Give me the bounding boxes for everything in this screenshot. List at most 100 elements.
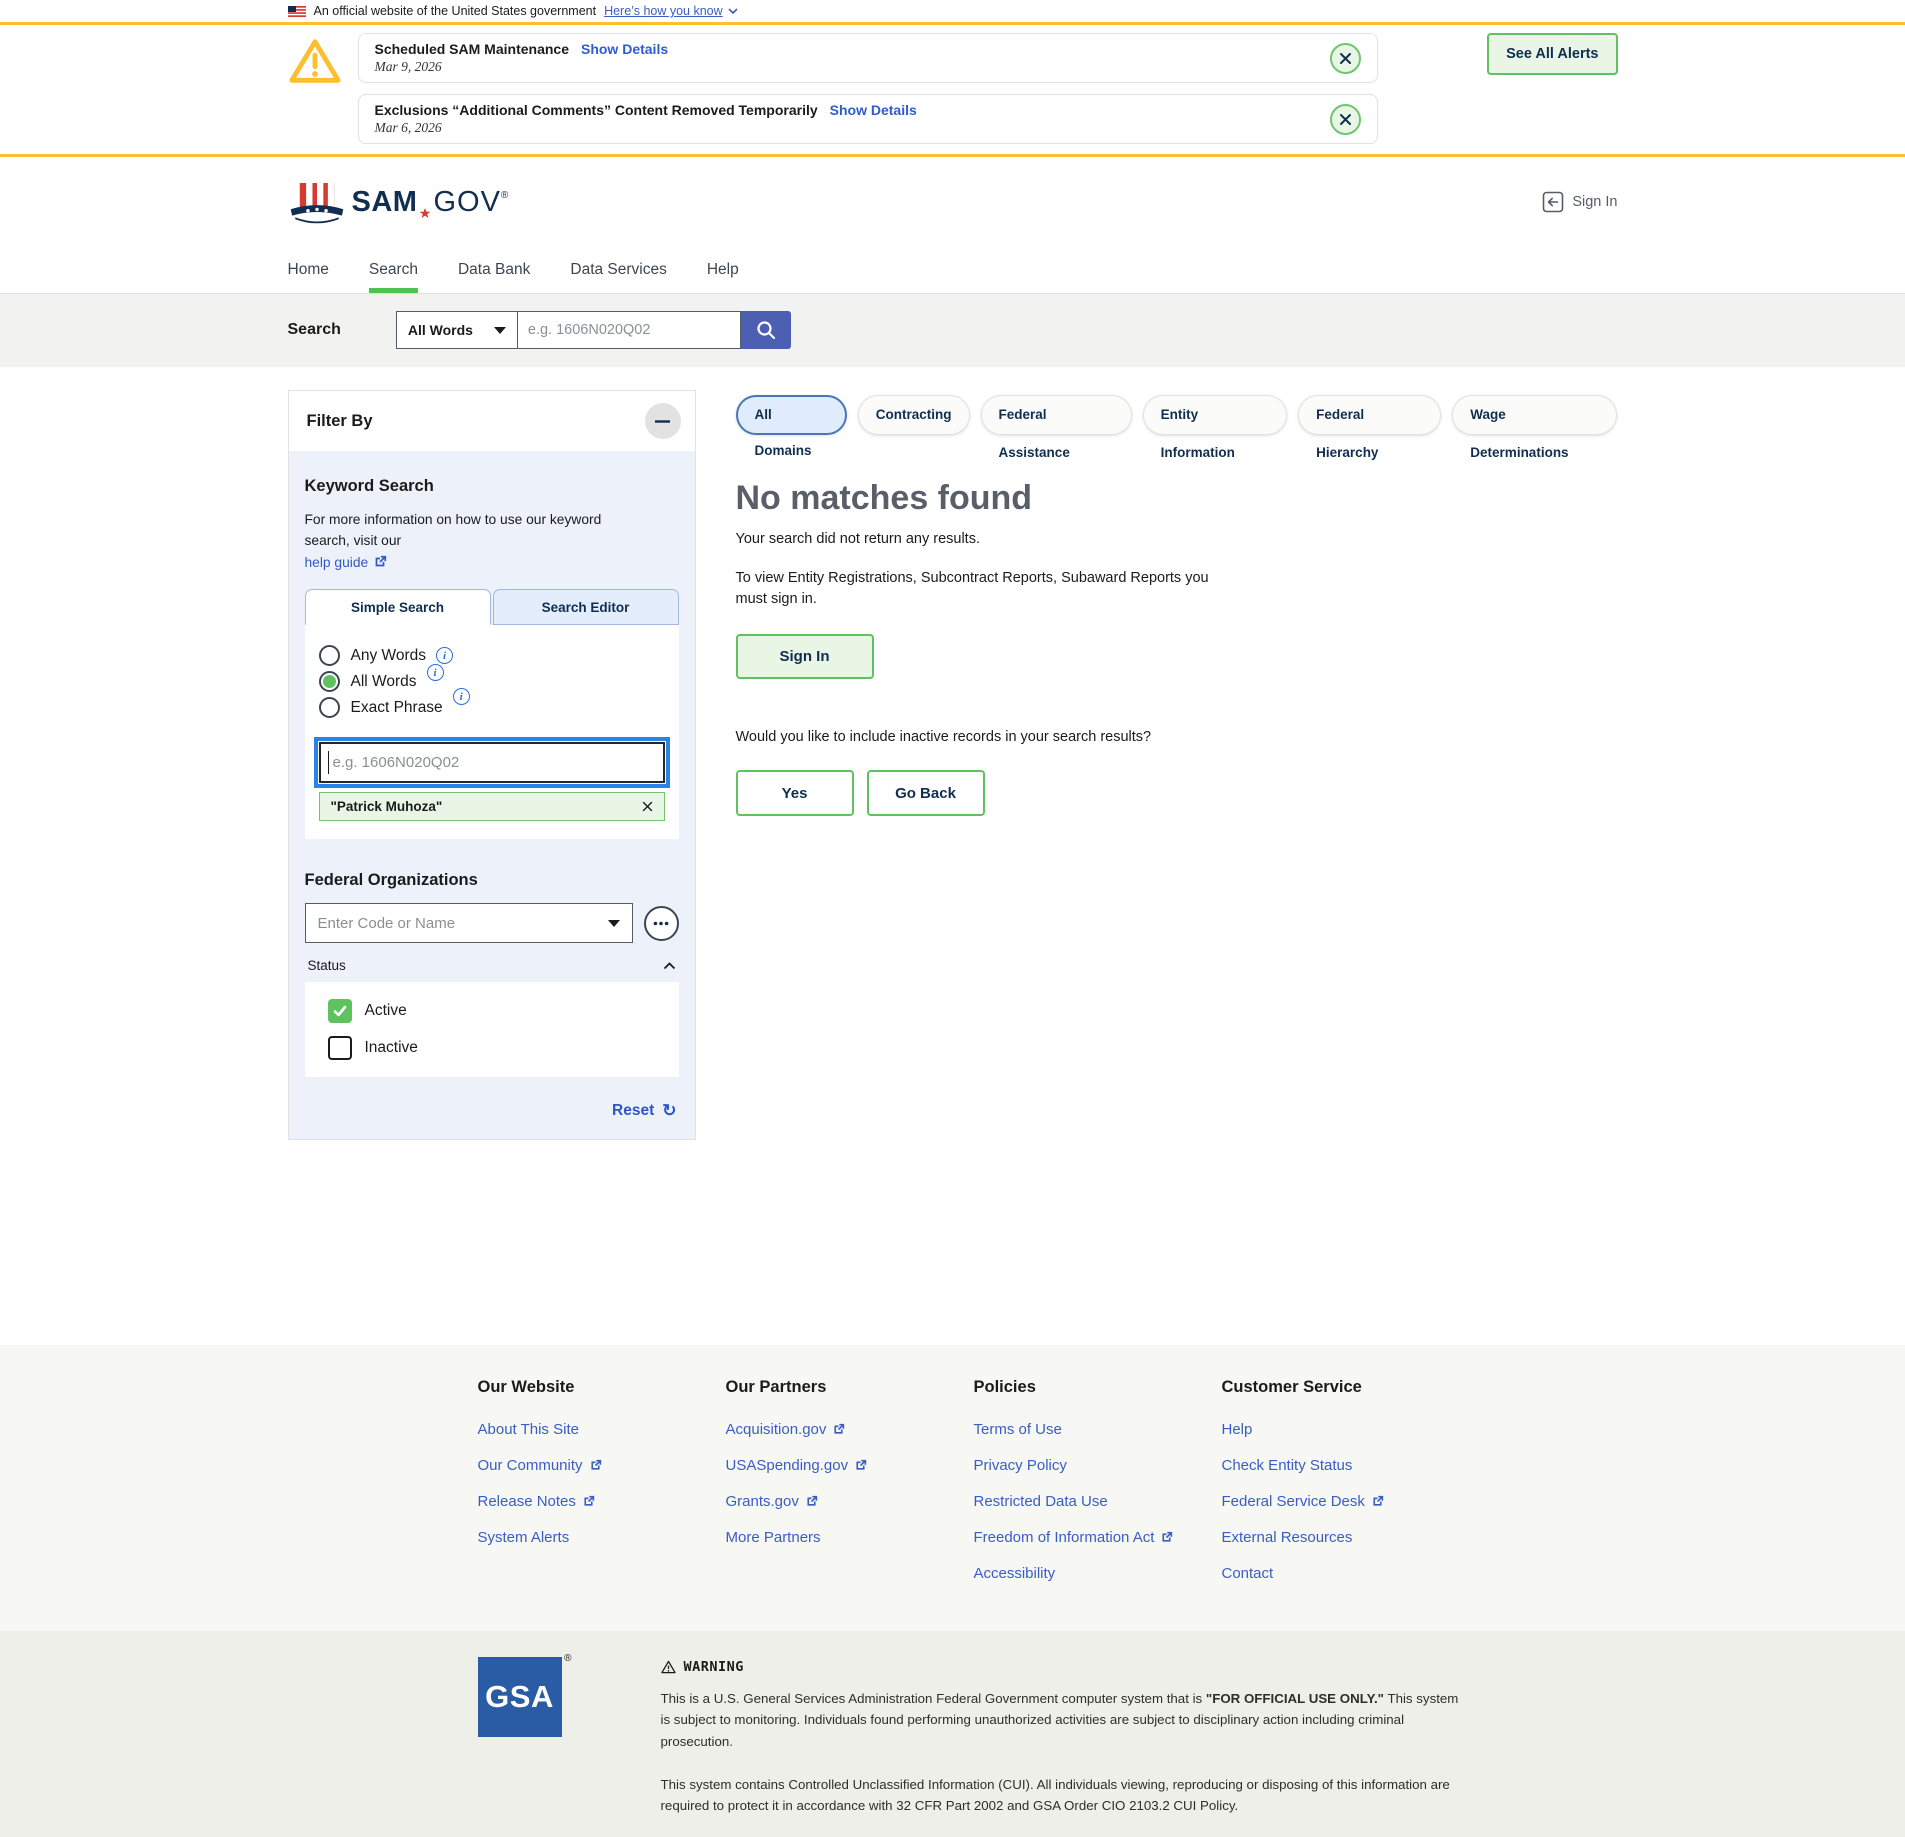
uncle-sam-hat-icon <box>288 180 346 224</box>
footer-link-terms-of-use[interactable]: Terms of Use <box>974 1421 1062 1438</box>
footer-col-heading: Policies <box>974 1378 1222 1397</box>
yes-button[interactable]: Yes <box>736 770 854 816</box>
footer-link-accessibility[interactable]: Accessibility <box>974 1565 1056 1582</box>
footer-col-heading: Customer Service <box>1222 1378 1470 1397</box>
alert-close-button[interactable] <box>1330 43 1361 74</box>
remove-chip-icon[interactable] <box>642 801 653 812</box>
footer-col-our-website: Our Website About This Site Our Communit… <box>478 1378 726 1601</box>
footer-link-restricted-data-use[interactable]: Restricted Data Use <box>974 1493 1108 1510</box>
no-matches-heading: No matches found <box>736 479 1618 518</box>
primary-nav: Home Search Data Bank Data Services Help <box>0 247 1905 294</box>
main-content: Filter By Keyword Search For more inform… <box>0 367 1905 1345</box>
help-guide-link[interactable]: help guide <box>305 552 388 573</box>
search-mode-select[interactable]: All Words <box>396 311 518 349</box>
chevron-up-icon[interactable] <box>663 962 676 970</box>
footer-col-heading: Our Partners <box>726 1378 974 1397</box>
warning-triangle-small-icon <box>661 1660 676 1674</box>
footer-link-release-notes[interactable]: Release Notes <box>478 1493 595 1510</box>
footer-link-contact[interactable]: Contact <box>1222 1565 1274 1582</box>
federal-orgs-combobox[interactable]: Enter Code or Name <box>305 903 633 943</box>
radio-all-words[interactable] <box>319 671 340 692</box>
go-back-button[interactable]: Go Back <box>867 770 985 816</box>
logo-registered-mark: ® <box>501 190 508 201</box>
logo-gov-text: GOV <box>433 186 500 219</box>
domain-tab-wage-determinations[interactable]: Wage Determinations <box>1452 395 1617 435</box>
search-submit-button[interactable] <box>741 311 791 349</box>
info-icon[interactable]: i <box>436 647 453 664</box>
domain-tabs: All Domains Contracting Federal Assistan… <box>736 395 1618 435</box>
footer-link-our-community[interactable]: Our Community <box>478 1457 602 1474</box>
reset-filters-link[interactable]: Reset <box>612 1102 654 1120</box>
radio-all-words-label: All Words <box>351 673 417 691</box>
close-icon <box>1339 52 1352 65</box>
footer-link-help[interactable]: Help <box>1222 1421 1253 1438</box>
site-header: SAM GOV ® Sign In <box>0 157 1905 247</box>
magnifier-icon <box>755 319 777 341</box>
footer-link-grants-gov[interactable]: Grants.gov <box>726 1493 818 1510</box>
no-results-text: Your search did not return any results. <box>736 531 1618 547</box>
logo-sam-text: SAM <box>352 186 418 219</box>
radio-any-words[interactable] <box>319 645 340 666</box>
footer-link-usaspending-gov[interactable]: USASpending.gov <box>726 1457 868 1474</box>
sign-in-button[interactable]: Sign In <box>736 634 874 679</box>
nav-item-search[interactable]: Search <box>369 247 418 293</box>
see-all-alerts-button[interactable]: See All Alerts <box>1487 33 1617 75</box>
domain-tab-entity-information[interactable]: Entity Information <box>1143 395 1288 435</box>
domain-tab-all-domains[interactable]: All Domains <box>736 395 847 435</box>
keyword-input[interactable] <box>319 742 665 783</box>
radio-exact-phrase-label: Exact Phrase <box>351 699 443 717</box>
header-sign-in-link[interactable]: Sign In <box>1542 191 1617 213</box>
alert-title: Scheduled SAM Maintenance <box>375 41 569 57</box>
checkbox-inactive[interactable] <box>328 1036 352 1060</box>
footer-warning-section: GSA ® WARNING This is a U.S. General Ser… <box>0 1631 1905 1837</box>
simple-search-card: Any Words i All Words i Exact Phrase i <box>305 625 679 839</box>
global-search-input[interactable] <box>518 311 741 349</box>
minus-icon <box>655 420 670 423</box>
radio-exact-phrase[interactable] <box>319 697 340 718</box>
global-search-band: Search All Words <box>0 294 1905 367</box>
domain-tab-federal-assistance[interactable]: Federal Assistance <box>981 395 1132 435</box>
how-you-know-link[interactable]: Here’s how you know <box>604 4 738 18</box>
footer-link-foia[interactable]: Freedom of Information Act <box>974 1529 1174 1546</box>
nav-item-home[interactable]: Home <box>288 247 329 293</box>
info-icon[interactable]: i <box>453 688 470 705</box>
nav-item-data-bank[interactable]: Data Bank <box>458 247 530 293</box>
text-caret <box>328 751 330 774</box>
external-link-icon <box>805 1495 818 1508</box>
domain-tab-federal-hierarchy[interactable]: Federal Hierarchy <box>1298 395 1441 435</box>
alert-close-button[interactable] <box>1330 104 1361 135</box>
filter-panel-title: Filter By <box>307 412 373 431</box>
footer-col-heading: Our Website <box>478 1378 726 1397</box>
reset-icon[interactable]: ↻ <box>662 1101 676 1121</box>
check-icon <box>333 1005 347 1017</box>
search-label: Search <box>288 321 341 339</box>
nav-item-help[interactable]: Help <box>707 247 739 293</box>
warning-heading: WARNING <box>684 1659 744 1675</box>
nav-item-data-services[interactable]: Data Services <box>570 247 666 293</box>
checkbox-active[interactable] <box>328 999 352 1023</box>
show-details-link[interactable]: Show Details <box>830 102 917 118</box>
warning-paragraph-1: This is a U.S. General Services Administ… <box>661 1688 1461 1752</box>
tab-search-editor[interactable]: Search Editor <box>493 589 679 625</box>
collapse-filters-button[interactable] <box>645 403 681 439</box>
footer-link-privacy-policy[interactable]: Privacy Policy <box>974 1457 1067 1474</box>
federal-orgs-more-button[interactable] <box>644 906 679 941</box>
footer-link-federal-service-desk[interactable]: Federal Service Desk <box>1222 1493 1384 1510</box>
footer-link-check-entity-status[interactable]: Check Entity Status <box>1222 1457 1353 1474</box>
footer-link-more-partners[interactable]: More Partners <box>726 1529 821 1546</box>
federal-orgs-heading: Federal Organizations <box>305 871 679 890</box>
footer-link-acquisition-gov[interactable]: Acquisition.gov <box>726 1421 846 1438</box>
checkbox-active-label: Active <box>365 1002 407 1020</box>
show-details-link[interactable]: Show Details <box>581 41 668 57</box>
info-icon[interactable]: i <box>427 664 444 681</box>
select-caret-icon <box>494 327 506 334</box>
footer-link-about-this-site[interactable]: About This Site <box>478 1421 579 1438</box>
sam-gov-logo[interactable]: SAM GOV ® <box>288 180 509 224</box>
alert-maintenance: Scheduled SAM Maintenance Show Details M… <box>358 33 1378 83</box>
alert-date: Mar 6, 2026 <box>375 120 917 136</box>
domain-tab-contracting[interactable]: Contracting <box>858 395 970 435</box>
footer-link-system-alerts[interactable]: System Alerts <box>478 1529 570 1546</box>
tab-simple-search[interactable]: Simple Search <box>305 589 491 625</box>
banner-text: An official website of the United States… <box>314 4 597 18</box>
footer-link-external-resources[interactable]: External Resources <box>1222 1529 1353 1546</box>
